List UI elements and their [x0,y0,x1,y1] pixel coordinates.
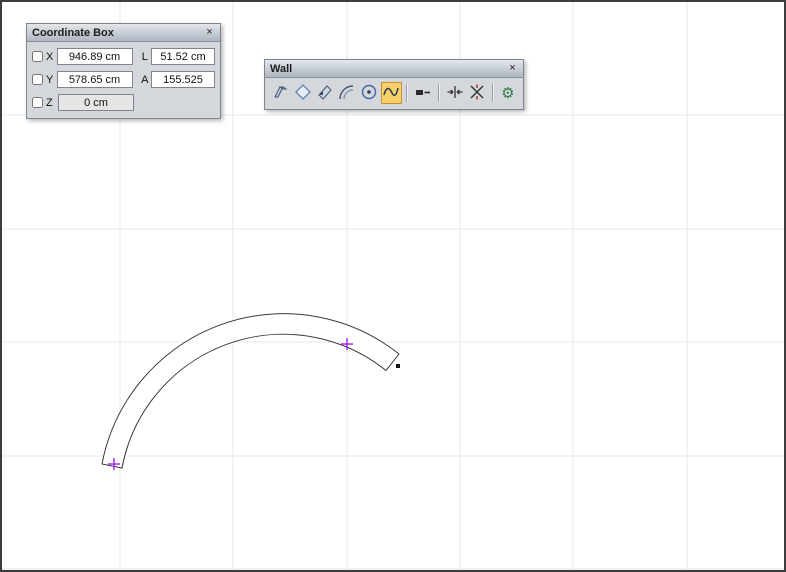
wall-settings-button[interactable]: ⚙ [498,82,517,104]
intersect-button[interactable] [466,82,487,104]
wall-circle-button[interactable] [359,82,380,104]
coordinate-box-title: Coordinate Box [32,25,203,41]
coordinate-box-body: X L Y A Z [27,42,220,118]
length-label: L [141,51,150,63]
y-coordinate-input[interactable] [57,71,133,88]
wall-spline-icon [381,82,401,105]
z-coordinate-input[interactable] [58,94,134,111]
trim-junction-button[interactable] [444,82,465,104]
z-lock-checkbox[interactable] [32,97,43,108]
x-lock-checkbox[interactable] [32,51,43,62]
curved-wall-shape[interactable] [102,314,399,468]
toolbar-separator [406,84,408,102]
intersect-icon [467,82,487,105]
coordinate-row-y: Y A [32,68,215,91]
coordinate-box-titlebar[interactable]: Coordinate Box × [27,24,220,42]
reference-line-icon [413,82,433,105]
y-lock-checkbox[interactable] [32,74,43,85]
wall-polygon-button[interactable] [315,82,336,104]
coordinate-row-x: X L [32,45,215,68]
wall-end-handle[interactable] [396,364,400,368]
coordinate-box-palette: Coordinate Box × X L Y A Z [26,23,221,119]
wall-toolbar: ⚙ [265,78,523,109]
wall-circle-icon [359,82,379,105]
length-input[interactable] [151,48,215,65]
reference-line-button[interactable] [412,82,433,104]
wall-curved-button[interactable] [337,82,358,104]
y-axis-label: Y [46,74,55,86]
wall-palette-title: Wall [270,61,506,77]
toolbar-separator [492,84,494,102]
app-window: { "colors": { "selected_tool_bg": "#f7d0… [0,0,786,572]
trim-junction-icon [445,82,465,105]
coordinate-box-close-icon[interactable]: × [203,26,216,39]
wall-palette-titlebar[interactable]: Wall × [265,60,523,78]
wall-palette: Wall × [264,59,524,110]
x-coordinate-input[interactable] [57,48,133,65]
coordinate-row-z: Z [32,91,215,114]
gear-icon: ⚙ [501,86,514,101]
wall-trapezoid-button[interactable] [293,82,314,104]
wall-straight-button[interactable] [271,82,292,104]
wall-polygon-icon [315,82,335,105]
wall-spline-button[interactable] [381,82,402,104]
wall-trapezoid-icon [293,82,313,105]
x-axis-label: X [46,51,55,63]
toolbar-separator [438,84,440,102]
angle-input[interactable] [151,71,215,88]
angle-label: A [141,74,150,86]
wall-straight-icon [271,82,291,105]
wall-curved-icon [337,82,357,105]
z-axis-label: Z [46,97,56,109]
wall-palette-close-icon[interactable]: × [506,62,519,75]
